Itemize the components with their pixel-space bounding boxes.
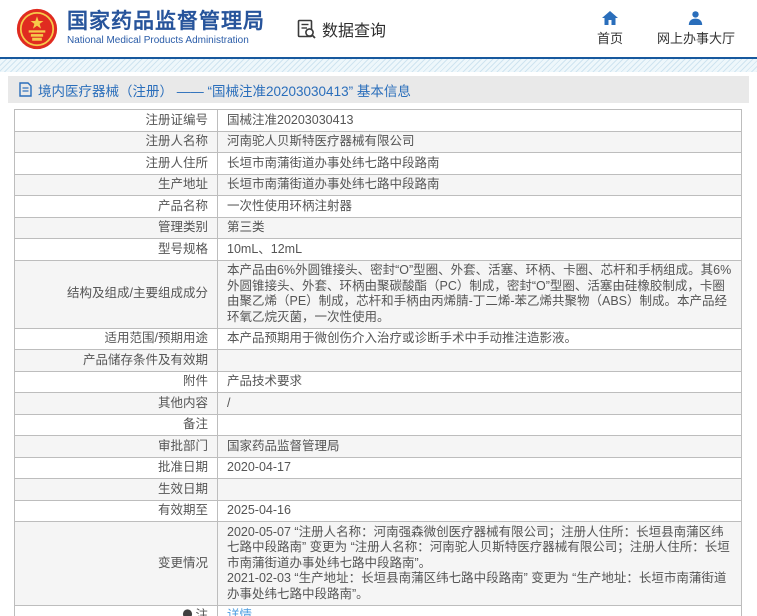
row-label: 注册人住所 (15, 153, 218, 175)
document-icon (19, 82, 32, 97)
row-label: 有效期至 (15, 500, 218, 522)
row-value: 2020-04-17 (218, 457, 742, 479)
table-row: 批准日期2020-04-17 (15, 457, 742, 479)
row-value: 2020-05-07 “注册人名称：河南强森微创医疗器械有限公司；注册人住所：长… (218, 522, 742, 606)
table-row: 注册人住所长垣市南蒲街道办事处纬七路中段路南 (15, 153, 742, 175)
site-title: 国家药品监督管理局 (67, 10, 265, 34)
table-row: 变更情况2020-05-07 “注册人名称：河南强森微创医疗器械有限公司；注册人… (15, 522, 742, 606)
note-balloon-icon (182, 609, 193, 616)
table-row: 型号规格10mL、12mL (15, 239, 742, 261)
row-label: 备注 (15, 414, 218, 436)
row-value: 长垣市南蒲街道办事处纬七路中段路南 (218, 174, 742, 196)
table-row: 适用范围/预期用途本产品预期用于微创伤介入治疗或诊断手术中手动推注造影液。 (15, 328, 742, 350)
row-value: 详情 (218, 605, 742, 616)
row-label: 变更情况 (15, 522, 218, 606)
row-value: 国械注准20203030413 (218, 110, 742, 132)
table-row: 注册人名称河南驼人贝斯特医疗器械有限公司 (15, 131, 742, 153)
table-row: 管理类别第三类 (15, 217, 742, 239)
table-row: 备注 (15, 414, 742, 436)
table-row: 生产地址长垣市南蒲街道办事处纬七路中段路南 (15, 174, 742, 196)
table-row: 其他内容/ (15, 393, 742, 415)
site-logo: 国家药品监督管理局 National Medical Products Admi… (16, 8, 265, 50)
table-row: 有效期至2025-04-16 (15, 500, 742, 522)
breadcrumb: 境内医疗器械（注册） —— “国械注准20203030413” 基本信息 (8, 76, 749, 103)
page-header: 国家药品监督管理局 National Medical Products Admi… (0, 0, 757, 57)
top-nav: 首页 网上办事大厅 (597, 11, 737, 47)
row-label: 型号规格 (15, 239, 218, 261)
row-label: 批准日期 (15, 457, 218, 479)
table-row: 注 详情 (15, 605, 742, 616)
site-subtitle: National Medical Products Administration (67, 34, 265, 47)
row-label: 产品储存条件及有效期 (15, 350, 218, 372)
row-label: 结构及组成/主要组成成分 (15, 260, 218, 328)
row-label: 注册证编号 (15, 110, 218, 132)
table-row: 附件产品技术要求 (15, 371, 742, 393)
row-value: 10mL、12mL (218, 239, 742, 261)
breadcrumb-text: 境内医疗器械（注册） —— “国械注准20203030413” 基本信息 (38, 80, 411, 100)
row-label: 审批部门 (15, 436, 218, 458)
document-search-icon (295, 18, 317, 40)
row-value: 第三类 (218, 217, 742, 239)
info-table-body: 注册证编号国械注准20203030413注册人名称河南驼人贝斯特医疗器械有限公司… (15, 110, 742, 616)
table-row: 产品储存条件及有效期 (15, 350, 742, 372)
table-row: 结构及组成/主要组成成分本产品由6%外圆锥接头、密封“O”型圈、外套、活塞、环柄… (15, 260, 742, 328)
row-label: 其他内容 (15, 393, 218, 415)
row-value (218, 350, 742, 372)
table-row: 审批部门国家药品监督管理局 (15, 436, 742, 458)
table-row: 生效日期 (15, 479, 742, 501)
data-query-button[interactable]: 数据查询 (295, 17, 386, 41)
site-title-block: 国家药品监督管理局 National Medical Products Admi… (67, 10, 265, 47)
row-value: 河南驼人贝斯特医疗器械有限公司 (218, 131, 742, 153)
row-label: 注 (15, 605, 218, 616)
row-label: 适用范围/预期用途 (15, 328, 218, 350)
home-icon (602, 11, 618, 25)
data-query-label: 数据查询 (322, 17, 386, 41)
row-value (218, 479, 742, 501)
row-label: 产品名称 (15, 196, 218, 218)
decorative-striped-band (0, 59, 757, 72)
row-value: 一次性使用环柄注射器 (218, 196, 742, 218)
row-value: 本产品预期用于微创伤介入治疗或诊断手术中手动推注造影液。 (218, 328, 742, 350)
row-value: / (218, 393, 742, 415)
row-label: 附件 (15, 371, 218, 393)
row-value: 国家药品监督管理局 (218, 436, 742, 458)
nav-item-service-hall[interactable]: 网上办事大厅 (657, 11, 735, 47)
row-label: 生产地址 (15, 174, 218, 196)
table-row: 产品名称一次性使用环柄注射器 (15, 196, 742, 218)
row-value (218, 414, 742, 436)
registration-info-table: 注册证编号国械注准20203030413注册人名称河南驼人贝斯特医疗器械有限公司… (14, 109, 742, 616)
nav-item-service-hall-label: 网上办事大厅 (657, 28, 735, 47)
row-value: 长垣市南蒲街道办事处纬七路中段路南 (218, 153, 742, 175)
row-label: 管理类别 (15, 217, 218, 239)
national-emblem-icon (16, 8, 58, 50)
nav-item-home-label: 首页 (597, 28, 623, 47)
table-row: 注册证编号国械注准20203030413 (15, 110, 742, 132)
row-label: 生效日期 (15, 479, 218, 501)
detail-link[interactable]: 详情 (227, 608, 252, 616)
row-value: 本产品由6%外圆锥接头、密封“O”型圈、外套、活塞、环柄、卡圈、芯杆和手柄组成。… (218, 260, 742, 328)
person-icon (688, 11, 703, 25)
row-label: 注册人名称 (15, 131, 218, 153)
row-value: 2025-04-16 (218, 500, 742, 522)
row-value: 产品技术要求 (218, 371, 742, 393)
nav-item-home[interactable]: 首页 (597, 11, 623, 47)
